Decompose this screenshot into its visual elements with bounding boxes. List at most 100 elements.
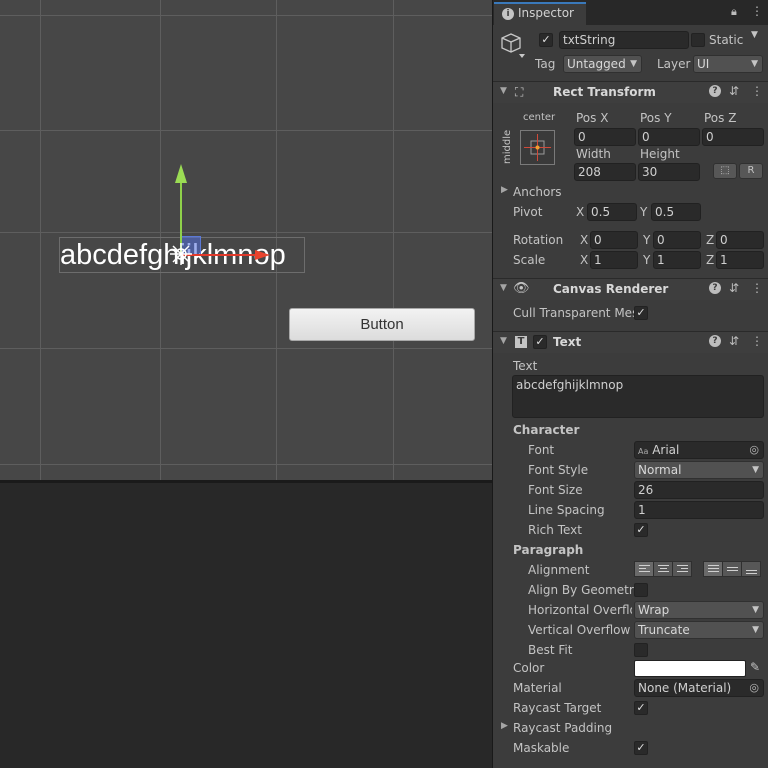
scale-z-label: Z bbox=[706, 253, 715, 267]
rich-text-checkbox[interactable]: ✓ bbox=[634, 523, 648, 537]
align-bottom-button[interactable] bbox=[741, 561, 761, 577]
tag-label: Tag bbox=[535, 57, 556, 71]
canvas-renderer-header[interactable]: ▼ 👁︎ Canvas Renderer ? ⇵ ⋮ bbox=[493, 278, 768, 300]
preset-icon[interactable]: ⇵ bbox=[729, 334, 739, 348]
align-left-button[interactable] bbox=[634, 561, 654, 577]
blueprint-mode-button[interactable]: ⬚ bbox=[713, 163, 737, 179]
font-label: Font bbox=[528, 443, 555, 457]
raycast-target-checkbox[interactable]: ✓ bbox=[634, 701, 648, 715]
move-gizmo[interactable] bbox=[0, 0, 492, 480]
paragraph-section-label: Paragraph bbox=[513, 543, 584, 557]
lock-icon[interactable]: 🔒︎ bbox=[731, 5, 737, 19]
scene-ui-button[interactable]: Button bbox=[289, 308, 475, 341]
font-size-field[interactable]: 26 bbox=[634, 481, 764, 499]
width-field[interactable]: 208 bbox=[574, 163, 636, 181]
scene-view[interactable]: abcdefghijklmnop Button bbox=[0, 0, 492, 480]
static-dropdown-icon[interactable]: ▼ bbox=[751, 30, 758, 40]
rich-text-label: Rich Text bbox=[528, 523, 582, 537]
anchor-presets-button[interactable] bbox=[520, 130, 555, 165]
layer-value: UI bbox=[697, 57, 710, 71]
font-field[interactable]: Aa Arial ◎ bbox=[634, 441, 764, 459]
maskable-checkbox[interactable]: ✓ bbox=[634, 741, 648, 755]
pivot-x-label: X bbox=[576, 205, 585, 219]
help-icon[interactable]: ? bbox=[709, 335, 721, 347]
material-label: Material bbox=[513, 681, 562, 695]
cull-transparent-checkbox[interactable]: ✓ bbox=[634, 306, 648, 320]
font-asset-icon: Aa bbox=[638, 447, 649, 456]
preset-icon[interactable]: ⇵ bbox=[729, 281, 739, 295]
tag-dropdown[interactable]: Untagged ▼ bbox=[563, 55, 642, 73]
color-swatch[interactable] bbox=[634, 660, 746, 677]
color-label: Color bbox=[513, 661, 545, 675]
rect-transform-icon: ⛶ bbox=[515, 85, 524, 99]
text-value-area[interactable]: abcdefghijklmnop bbox=[512, 375, 764, 418]
best-fit-checkbox[interactable] bbox=[634, 643, 648, 657]
raw-edit-button[interactable]: R bbox=[739, 163, 763, 179]
align-center-icon bbox=[658, 565, 669, 574]
preset-icon[interactable]: ⇵ bbox=[729, 84, 739, 98]
kebab-menu-icon[interactable]: ⋮ bbox=[751, 334, 763, 348]
anchors-label[interactable]: Anchors bbox=[513, 185, 562, 199]
vertical-overflow-dropdown[interactable]: Truncate ▼ bbox=[634, 621, 764, 639]
vertical-overflow-value: Truncate bbox=[638, 623, 690, 637]
foldout-arrow-icon[interactable]: ▼ bbox=[500, 336, 507, 346]
static-checkbox[interactable] bbox=[691, 33, 705, 47]
foldout-arrow-icon[interactable]: ▼ bbox=[500, 86, 507, 96]
raycast-padding-foldout-icon[interactable]: ▶ bbox=[501, 721, 508, 731]
align-right-button[interactable] bbox=[672, 561, 692, 577]
help-icon[interactable]: ? bbox=[709, 85, 721, 97]
help-icon[interactable]: ? bbox=[709, 282, 721, 294]
material-field[interactable]: None (Material) ◎ bbox=[634, 679, 764, 697]
inspector-panel: i Inspector 🔒︎ ⋮ ✓ txtString Static ▼ Ta… bbox=[492, 0, 768, 768]
layer-label: Layer bbox=[657, 57, 691, 71]
kebab-menu-icon[interactable]: ⋮ bbox=[751, 281, 763, 295]
scale-y-field[interactable]: 1 bbox=[653, 251, 701, 269]
layer-dropdown[interactable]: UI ▼ bbox=[693, 55, 763, 73]
raycast-padding-label[interactable]: Raycast Padding bbox=[513, 721, 612, 735]
anchors-foldout-icon[interactable]: ▶ bbox=[501, 185, 508, 195]
scale-x-label: X bbox=[580, 253, 589, 267]
align-by-geometry-checkbox[interactable] bbox=[634, 583, 648, 597]
kebab-menu-icon[interactable]: ⋮ bbox=[751, 84, 763, 98]
pivot-y-field[interactable]: 0.5 bbox=[651, 203, 701, 221]
text-label: Text bbox=[513, 359, 538, 373]
rotation-y-field[interactable]: 0 bbox=[653, 231, 701, 249]
eyedropper-icon[interactable]: ✎ bbox=[750, 660, 760, 674]
pos-z-field[interactable]: 0 bbox=[702, 128, 764, 146]
scale-label: Scale bbox=[513, 253, 546, 267]
chevron-down-icon: ▼ bbox=[630, 59, 637, 69]
active-checkbox[interactable]: ✓ bbox=[539, 33, 553, 47]
scale-z-field[interactable]: 1 bbox=[716, 251, 764, 269]
chevron-down-icon: ▼ bbox=[752, 465, 759, 475]
align-right-icon bbox=[677, 565, 688, 574]
line-spacing-field[interactable]: 1 bbox=[634, 501, 764, 519]
rotation-z-field[interactable]: 0 bbox=[716, 231, 764, 249]
align-middle-button[interactable] bbox=[722, 561, 742, 577]
tab-inspector[interactable]: i Inspector bbox=[494, 2, 586, 25]
raycast-target-label: Raycast Target bbox=[513, 701, 602, 715]
text-enabled-checkbox[interactable]: ✓ bbox=[533, 335, 547, 349]
rect-transform-header[interactable]: ▼ ⛶ Rect Transform ? ⇵ ⋮ bbox=[493, 81, 768, 103]
align-top-button[interactable] bbox=[703, 561, 723, 577]
object-picker-icon[interactable]: ◎ bbox=[749, 680, 759, 696]
pivot-x-field[interactable]: 0.5 bbox=[587, 203, 637, 221]
pos-x-field[interactable]: 0 bbox=[574, 128, 636, 146]
horizontal-overflow-label: Horizontal Overflo bbox=[528, 603, 632, 617]
gameobject-cube-icon[interactable] bbox=[501, 32, 527, 60]
rotation-x-field[interactable]: 0 bbox=[590, 231, 638, 249]
bottom-panel bbox=[0, 483, 492, 768]
pos-y-field[interactable]: 0 bbox=[638, 128, 700, 146]
tab-label: Inspector bbox=[518, 6, 574, 20]
object-picker-icon[interactable]: ◎ bbox=[749, 442, 759, 458]
align-center-button[interactable] bbox=[653, 561, 673, 577]
kebab-menu-icon[interactable]: ⋮ bbox=[751, 4, 763, 18]
text-component-header[interactable]: ▼ T ✓ Text ? ⇵ ⋮ bbox=[493, 331, 768, 353]
font-style-dropdown[interactable]: Normal ▼ bbox=[634, 461, 764, 479]
height-field[interactable]: 30 bbox=[638, 163, 700, 181]
alignment-label: Alignment bbox=[528, 563, 590, 577]
horizontal-overflow-dropdown[interactable]: Wrap ▼ bbox=[634, 601, 764, 619]
inspector-tab-bar: i Inspector 🔒︎ ⋮ bbox=[493, 0, 768, 25]
foldout-arrow-icon[interactable]: ▼ bbox=[500, 283, 507, 293]
object-name-field[interactable]: txtString bbox=[559, 31, 689, 49]
scale-x-field[interactable]: 1 bbox=[590, 251, 638, 269]
